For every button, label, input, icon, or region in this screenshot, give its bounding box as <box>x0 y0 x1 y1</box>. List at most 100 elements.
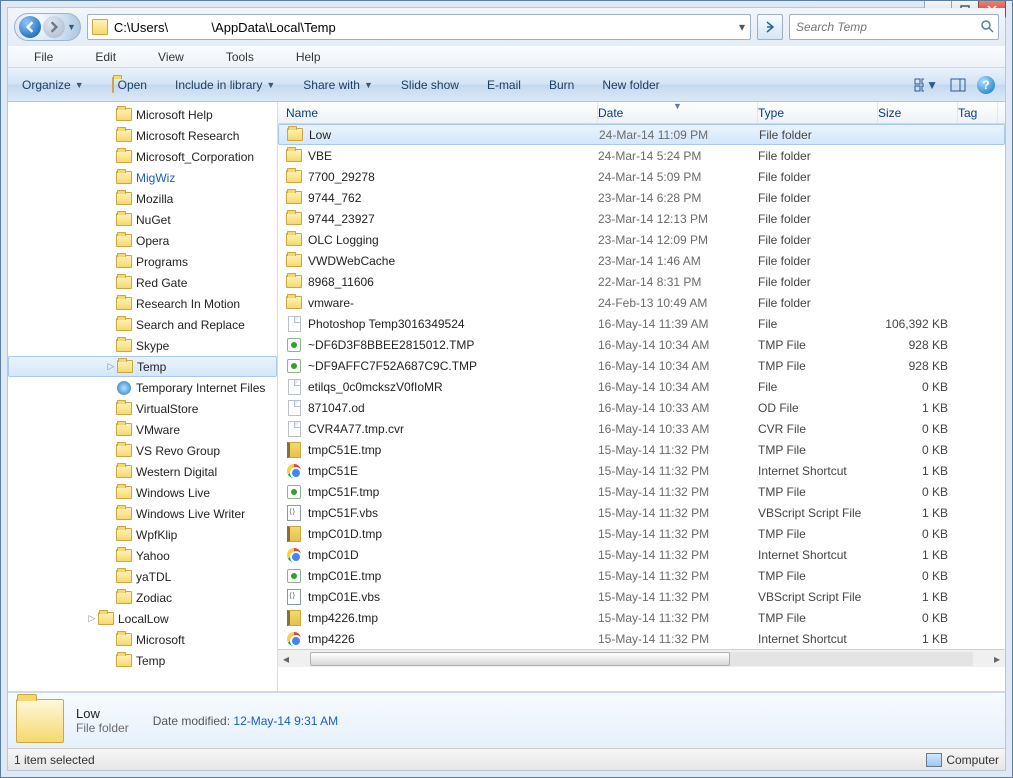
file-row[interactable]: tmpC01D15-May-14 11:32 PMInternet Shortc… <box>278 544 1005 565</box>
file-row[interactable]: tmpC51E15-May-14 11:32 PMInternet Shortc… <box>278 460 1005 481</box>
file-row[interactable]: tmpC51E.tmp15-May-14 11:32 PMTMP File0 K… <box>278 439 1005 460</box>
col-type[interactable]: Type <box>758 102 878 123</box>
menu-view[interactable]: View <box>138 48 204 66</box>
tree-item[interactable]: yaTDL <box>8 566 277 587</box>
tree-item[interactable]: ▷Temp <box>8 356 277 377</box>
tree-item[interactable]: Temp <box>8 650 277 671</box>
file-row[interactable]: tmpC01D.tmp15-May-14 11:32 PMTMP File0 K… <box>278 523 1005 544</box>
file-row[interactable]: etilqs_0c0mckszV0fIoMR16-May-14 10:34 AM… <box>278 376 1005 397</box>
file-date: 23-Mar-14 12:09 PM <box>598 233 758 247</box>
tree-item-label: Search and Replace <box>136 318 245 332</box>
file-row[interactable]: 7700_2927824-Mar-14 5:09 PMFile folder <box>278 166 1005 187</box>
file-row[interactable]: Photoshop Temp301634952416-May-14 11:39 … <box>278 313 1005 334</box>
file-size: 0 KB <box>878 527 958 541</box>
tree-item[interactable]: Microsoft Research <box>8 125 277 146</box>
share-with-button[interactable]: Share with ▼ <box>299 76 377 94</box>
file-date: 24-Mar-14 5:09 PM <box>598 170 758 184</box>
slideshow-button[interactable]: Slide show <box>397 76 463 94</box>
views-button[interactable]: ▼ <box>913 74 939 96</box>
tmp-icon <box>286 358 302 374</box>
tmp-icon <box>286 337 302 353</box>
search-icon[interactable] <box>980 19 994 36</box>
menu-tools[interactable]: Tools <box>206 48 274 66</box>
help-button[interactable]: ? <box>977 76 995 94</box>
tree-item[interactable]: Search and Replace <box>8 314 277 335</box>
tree-item[interactable]: Windows Live <box>8 482 277 503</box>
tree-item-label: Microsoft_Corporation <box>136 150 254 164</box>
file-row[interactable]: ~DF6D3F8BBEE2815012.TMP16-May-14 10:34 A… <box>278 334 1005 355</box>
tree-item-label: Temporary Internet Files <box>136 381 265 395</box>
col-name[interactable]: Name <box>278 102 598 123</box>
organize-button[interactable]: Organize ▼ <box>18 76 88 94</box>
file-list[interactable]: Name ▼Date Type Size Tag Low24-Mar-14 11… <box>278 102 1005 691</box>
tree-item[interactable]: Yahoo <box>8 545 277 566</box>
file-row[interactable]: tmpC01E.vbs15-May-14 11:32 PMVBScript Sc… <box>278 586 1005 607</box>
tree-item[interactable]: WpfKlip <box>8 524 277 545</box>
col-tag[interactable]: Tag <box>958 102 998 123</box>
file-row[interactable]: Low24-Mar-14 11:09 PMFile folder <box>278 124 1005 145</box>
menu-edit[interactable]: Edit <box>75 48 136 66</box>
back-button[interactable] <box>19 16 41 38</box>
tree-item[interactable]: ▷LocalLow <box>8 608 277 629</box>
expander-icon[interactable]: ▷ <box>105 361 117 372</box>
folder-icon <box>98 611 114 627</box>
search-input[interactable] <box>794 19 980 35</box>
new-folder-button[interactable]: New folder <box>598 76 663 94</box>
tree-item[interactable]: MigWiz <box>8 167 277 188</box>
tree-item[interactable]: Microsoft Help <box>8 104 277 125</box>
file-row[interactable]: tmpC01E.tmp15-May-14 11:32 PMTMP File0 K… <box>278 565 1005 586</box>
tree-item[interactable]: Opera <box>8 230 277 251</box>
folder-icon <box>116 338 132 354</box>
tree-item[interactable]: Microsoft <box>8 629 277 650</box>
file-row[interactable]: vmware-24-Feb-13 10:49 AMFile folder <box>278 292 1005 313</box>
tree-item[interactable]: NuGet <box>8 209 277 230</box>
file-row[interactable]: 9744_76223-Mar-14 6:28 PMFile folder <box>278 187 1005 208</box>
tree-item[interactable]: Programs <box>8 251 277 272</box>
address-dropdown[interactable]: ▾ <box>734 20 750 34</box>
file-row[interactable]: OLC Logging23-Mar-14 12:09 PMFile folder <box>278 229 1005 250</box>
tree-item[interactable]: Research In Motion <box>8 293 277 314</box>
open-button[interactable]: Open <box>108 76 151 94</box>
tree-item[interactable]: Mozilla <box>8 188 277 209</box>
menu-file[interactable]: File <box>14 48 73 66</box>
tree-item[interactable]: VMware <box>8 419 277 440</box>
file-row[interactable]: tmpC51F.vbs15-May-14 11:32 PMVBScript Sc… <box>278 502 1005 523</box>
expander-icon[interactable]: ▷ <box>86 613 98 624</box>
preview-pane-button[interactable] <box>945 74 971 96</box>
tree-item[interactable]: Western Digital <box>8 461 277 482</box>
refresh-button[interactable] <box>757 14 783 40</box>
file-row[interactable]: tmp422615-May-14 11:32 PMInternet Shortc… <box>278 628 1005 649</box>
file-name: Photoshop Temp3016349524 <box>308 317 465 331</box>
tree-item[interactable]: Red Gate <box>8 272 277 293</box>
email-button[interactable]: E-mail <box>483 76 525 94</box>
menu-help[interactable]: Help <box>276 48 341 66</box>
file-row[interactable]: CVR4A77.tmp.cvr16-May-14 10:33 AMCVR Fil… <box>278 418 1005 439</box>
tree-item[interactable]: Windows Live Writer <box>8 503 277 524</box>
column-headers[interactable]: Name ▼Date Type Size Tag <box>278 102 1005 124</box>
tree-item[interactable]: Microsoft_Corporation <box>8 146 277 167</box>
file-row[interactable]: tmpC51F.tmp15-May-14 11:32 PMTMP File0 K… <box>278 481 1005 502</box>
tree-item[interactable]: Zodiac <box>8 587 277 608</box>
burn-button[interactable]: Burn <box>545 76 578 94</box>
file-name: ~DF6D3F8BBEE2815012.TMP <box>308 338 474 352</box>
tree-item[interactable]: VS Revo Group <box>8 440 277 461</box>
file-row[interactable]: 9744_2392723-Mar-14 12:13 PMFile folder <box>278 208 1005 229</box>
tree-item[interactable]: Skype <box>8 335 277 356</box>
col-size[interactable]: Size <box>878 102 958 123</box>
tree-item[interactable]: Temporary Internet Files <box>8 377 277 398</box>
nav-tree[interactable]: Microsoft HelpMicrosoft Research Microsof… <box>8 102 278 691</box>
include-in-library-button[interactable]: Include in library ▼ <box>171 76 279 94</box>
file-row[interactable]: ~DF9AFFC7F52A687C9C.TMP16-May-14 10:34 A… <box>278 355 1005 376</box>
forward-button[interactable] <box>43 16 65 38</box>
file-row[interactable]: VWDWebCache23-Mar-14 1:46 AMFile folder <box>278 250 1005 271</box>
file-row[interactable]: 8968_1160622-Mar-14 8:31 PMFile folder <box>278 271 1005 292</box>
col-date[interactable]: ▼Date <box>598 102 758 123</box>
file-row[interactable]: VBE24-Mar-14 5:24 PMFile folder <box>278 145 1005 166</box>
horizontal-scrollbar[interactable]: ◂ ▸ <box>278 649 1005 667</box>
file-type: File <box>758 317 878 331</box>
nav-history-dropdown[interactable]: ▼ <box>67 22 76 32</box>
tree-item[interactable]: VirtualStore <box>8 398 277 419</box>
address-input[interactable] <box>112 16 734 38</box>
file-row[interactable]: tmp4226.tmp15-May-14 11:32 PMTMP File0 K… <box>278 607 1005 628</box>
file-row[interactable]: 871047.od16-May-14 10:33 AMOD File1 KB <box>278 397 1005 418</box>
